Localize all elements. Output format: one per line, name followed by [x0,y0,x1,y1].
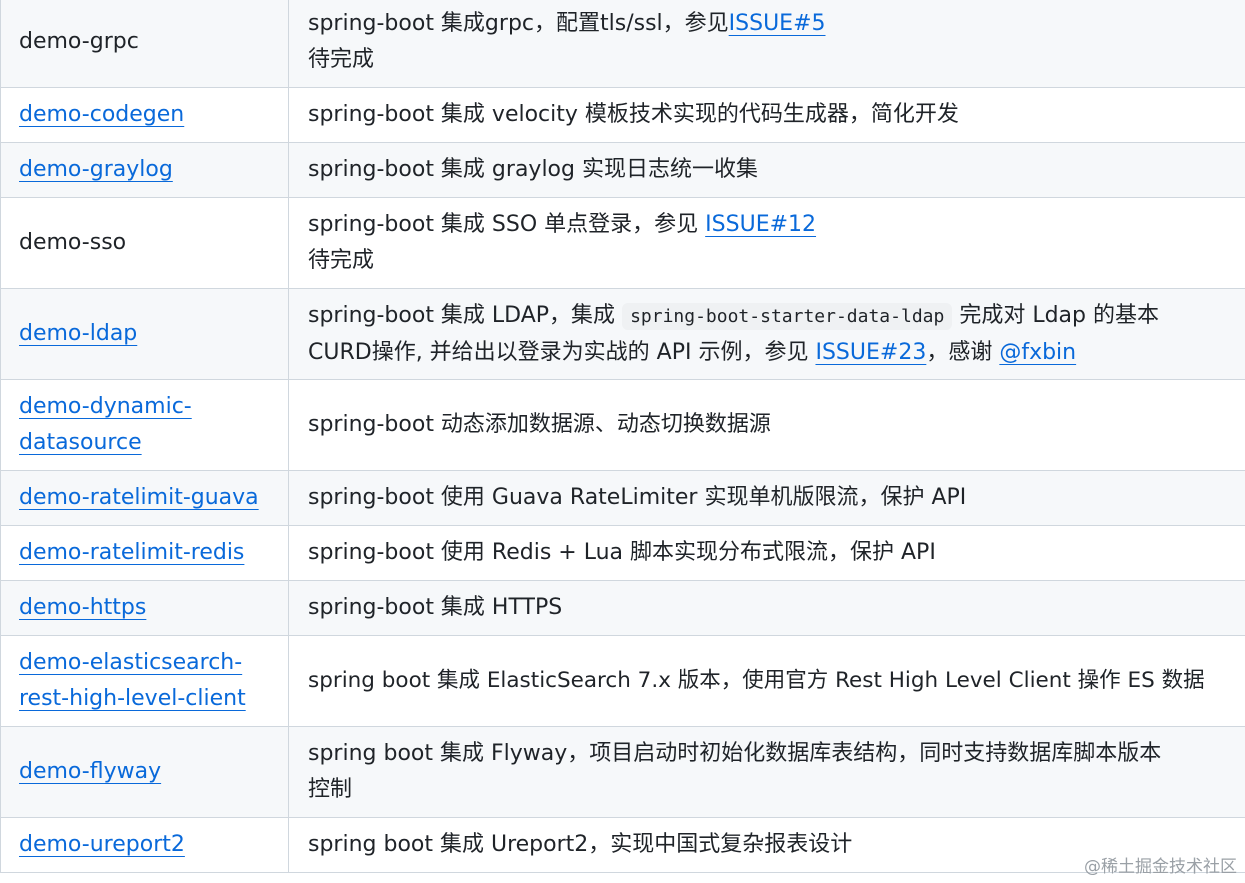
issue-link[interactable]: ISSUE#5 [729,11,826,36]
project-desc: spring-boot 集成grpc，配置tls/ssl，参见 [308,11,729,36]
project-link[interactable]: demo-elasticsearch-rest-high-level-clien… [19,645,270,717]
project-desc: spring-boot 动态添加数据源、动态切换数据源 [308,412,771,437]
project-link[interactable]: demo-ureport2 [19,832,185,857]
table-row: demo-ureport2 spring boot 集成 Ureport2，实现… [0,817,1245,873]
issue-link[interactable]: ISSUE#23 [815,340,926,365]
project-desc-part: ，感谢 [926,339,1000,365]
project-desc: spring boot 集成 Flyway，项目启动时初始化数据库表结构，同时支… [308,741,1162,766]
project-name-cell: demo-flyway [0,726,289,818]
project-name-cell: demo-ldap [0,288,289,380]
table-row: demo-flyway spring boot 集成 Flyway，项目启动时初… [0,726,1245,818]
project-name-cell: demo-grpc [0,0,289,88]
project-name-cell: demo-ureport2 [0,817,289,873]
project-desc-cell: spring-boot 动态添加数据源、动态切换数据源 [288,379,1245,471]
project-name-cell: demo-https [0,580,289,636]
project-link[interactable]: demo-https [19,595,146,620]
project-link[interactable]: demo-graylog [19,157,173,182]
inline-code: spring-boot-starter-data-ldap [622,302,953,330]
project-desc-cell: spring boot 集成 Flyway，项目启动时初始化数据库表结构，同时支… [288,726,1245,818]
project-desc: spring-boot 集成 SSO 单点登录，参见 [308,212,706,237]
project-table-container: demo-grpc spring-boot 集成grpc，配置tls/ssl，参… [0,0,1245,873]
table-row: demo-grpc spring-boot 集成grpc，配置tls/ssl，参… [0,0,1245,88]
project-desc-cell: spring boot 集成 ElasticSearch 7.x 版本，使用官方… [288,635,1245,727]
project-desc-cell: spring-boot 使用 Guava RateLimiter 实现单机版限流… [288,470,1245,526]
table-row: demo-ldap spring-boot 集成 LDAP，集成 spring-… [0,288,1245,380]
table-row: demo-ratelimit-guava spring-boot 使用 Guav… [0,470,1245,526]
project-desc-cell: spring-boot 集成 HTTPS [288,580,1245,636]
project-desc-part: 完成对 Ldap 的基本 [952,302,1159,328]
project-link[interactable]: demo-flyway [19,759,161,784]
issue-link[interactable]: ISSUE#12 [705,212,816,237]
project-desc: spring-boot 集成 graylog 实现日志统一收集 [308,157,758,182]
table-row: demo-codegen spring-boot 集成 velocity 模板技… [0,87,1245,143]
project-desc-cell: spring-boot 集成 graylog 实现日志统一收集 [288,142,1245,198]
project-name-cell: demo-codegen [0,87,289,143]
project-name-cell: demo-sso [0,197,289,289]
project-name-cell: demo-dynamic-datasource [0,379,289,471]
project-name-cell: demo-graylog [0,142,289,198]
project-link-part: demo-dynamic- [19,394,192,419]
project-name-cell: demo-ratelimit-redis [0,525,289,581]
project-desc-part: CURD操作, 并给出以登录为实战的 API 示例，参见 [308,339,816,365]
table-row: demo-sso spring-boot 集成 SSO 单点登录，参见 ISSU… [0,197,1245,289]
project-desc: spring boot 集成 Ureport2，实现中国式复杂报表设计 [308,832,853,857]
status-text: 待完成 [308,47,375,72]
status-text: 待完成 [308,248,375,273]
project-link[interactable]: demo-ldap [19,321,137,346]
table-row: demo-ratelimit-redis spring-boot 使用 Redi… [0,525,1245,581]
table-row: demo-elasticsearch-rest-high-level-clien… [0,635,1245,727]
table-row: demo-graylog spring-boot 集成 graylog 实现日志… [0,142,1245,198]
project-desc: spring-boot 集成 HTTPS [308,595,563,620]
project-link-part: rest-high-level-client [19,686,246,711]
project-desc-cont: 控制 [308,777,353,802]
project-desc-cell: spring-boot 集成grpc，配置tls/ssl，参见ISSUE#5 待… [288,0,1245,88]
project-link[interactable]: demo-codegen [19,102,184,127]
project-name: demo-grpc [19,29,139,54]
project-desc-part: spring-boot 集成 LDAP，集成 [308,302,623,328]
project-link-part: demo-elasticsearch- [19,650,243,675]
project-name: demo-sso [19,230,127,255]
project-link[interactable]: demo-ratelimit-redis [19,540,244,565]
project-desc: spring-boot 集成 velocity 模板技术实现的代码生成器，简化开… [308,102,959,127]
project-desc: spring-boot 使用 Guava RateLimiter 实现单机版限流… [308,485,967,510]
user-mention-link[interactable]: @fxbin [999,340,1076,365]
project-desc-cell: spring-boot 集成 velocity 模板技术实现的代码生成器，简化开… [288,87,1245,143]
project-desc: spring-boot 使用 Redis + Lua 脚本实现分布式限流，保护 … [308,540,936,565]
project-desc-cell: spring-boot 使用 Redis + Lua 脚本实现分布式限流，保护 … [288,525,1245,581]
table-row: demo-dynamic-datasource spring-boot 动态添加… [0,379,1245,471]
project-name-cell: demo-elasticsearch-rest-high-level-clien… [0,635,289,727]
project-desc: spring boot 集成 ElasticSearch 7.x 版本，使用官方… [308,668,1205,693]
project-link[interactable]: demo-ratelimit-guava [19,485,259,510]
table-row: demo-https spring-boot 集成 HTTPS [0,580,1245,636]
watermark: @稀土掘金技术社区 [1084,857,1237,877]
project-desc-cell: spring-boot 集成 LDAP，集成 spring-boot-start… [288,288,1245,380]
project-link[interactable]: demo-dynamic-datasource [19,389,270,461]
project-name-cell: demo-ratelimit-guava [0,470,289,526]
project-desc-cell: spring-boot 集成 SSO 单点登录，参见 ISSUE#12 待完成 [288,197,1245,289]
project-link-part: datasource [19,430,142,455]
project-table: demo-grpc spring-boot 集成grpc，配置tls/ssl，参… [0,0,1245,873]
